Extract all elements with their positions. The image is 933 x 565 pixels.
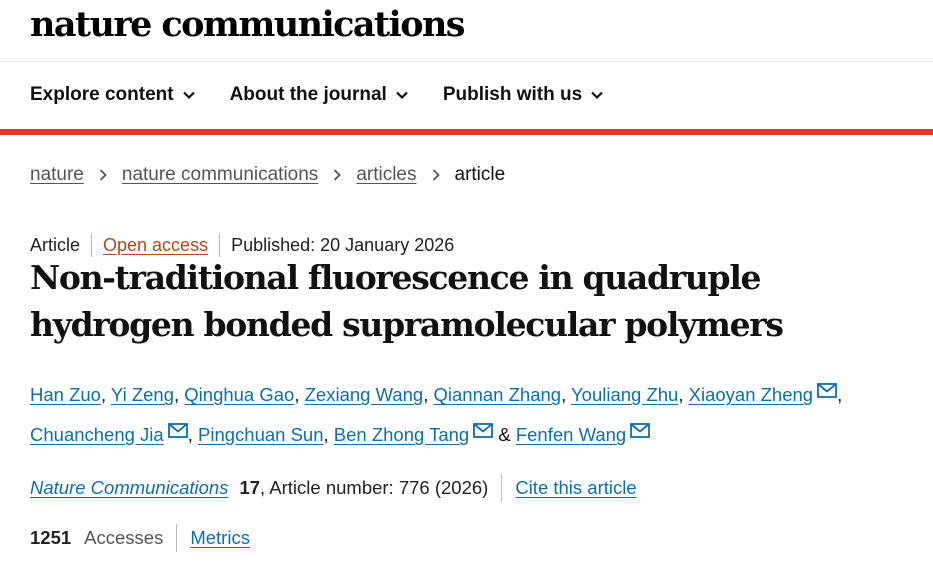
author-link[interactable]: Qinghua Gao	[184, 384, 294, 405]
chevron-right-icon	[334, 169, 342, 181]
accent-bar	[0, 129, 933, 135]
nav-about-journal[interactable]: About the journal	[230, 84, 409, 106]
article-title: Non-traditional fluorescence in quadrupl…	[30, 258, 784, 344]
author-link[interactable]: Pingchuan Sun	[198, 424, 324, 445]
published-date: Published: 20 January 2026	[231, 234, 455, 255]
accesses-label: Accesses	[84, 527, 164, 548]
mail-icon[interactable]	[817, 383, 837, 398]
nav-explore-label: Explore content	[30, 84, 174, 105]
nav-explore-content[interactable]: Explore content	[30, 84, 196, 106]
author-link[interactable]: Youliang Zhu	[571, 384, 678, 405]
access-count: 1251	[30, 527, 72, 548]
author-link[interactable]: Yi Zeng	[111, 384, 174, 405]
cite-article-link[interactable]: Cite this article	[515, 477, 636, 499]
author-separator: ,	[423, 384, 429, 405]
citation-line: Nature Communications 17, Article number…	[30, 474, 637, 502]
nav-publish[interactable]: Publish with us	[443, 84, 604, 106]
article-type: Article	[30, 234, 81, 255]
author-separator: ,	[187, 424, 193, 445]
nav-publish-label: Publish with us	[442, 84, 583, 105]
metrics-divider	[176, 524, 178, 552]
author-link[interactable]: Zexiang Wang	[305, 384, 424, 405]
author-list: Han Zuo, Yi Zeng, Qinghua Gao, Zexiang W…	[30, 375, 910, 455]
metrics-link[interactable]: Metrics	[190, 527, 250, 549]
journal-link[interactable]: Nature Communications	[30, 477, 228, 499]
author-separator: ,	[561, 384, 567, 405]
breadcrumb: nature nature communications articles ar…	[30, 164, 505, 186]
citation-divider	[501, 474, 503, 502]
chevron-right-icon	[432, 169, 440, 181]
open-access-link[interactable]: Open access	[103, 235, 208, 256]
metrics-row: 1251 Accesses Metrics	[30, 524, 250, 552]
author-separator: ,	[100, 384, 107, 405]
author-separator: ,	[678, 384, 684, 405]
breadcrumb-current: article	[454, 164, 506, 185]
author-link[interactable]: Chuancheng Jia	[30, 424, 164, 445]
author-link[interactable]: Ben Zhong Tang	[334, 424, 469, 445]
chevron-down-icon	[182, 91, 195, 100]
header-divider	[0, 61, 933, 62]
author-separator: ,	[174, 384, 180, 405]
author-separator: ,	[323, 424, 329, 445]
chevron-down-icon	[396, 91, 408, 100]
author-link[interactable]: Qiannan Zhang	[434, 384, 562, 405]
breadcrumb-articles[interactable]: articles	[356, 164, 416, 186]
article-number: , Article number: 776 (2026)	[260, 477, 489, 498]
mail-icon[interactable]	[630, 423, 651, 438]
author-link[interactable]: Fenfen Wang	[516, 424, 626, 445]
author-conjunction: &	[498, 424, 511, 445]
chevron-right-icon	[99, 169, 107, 181]
chevron-down-icon	[591, 91, 603, 100]
author-separator: ,	[294, 384, 300, 405]
author-separator: ,	[837, 384, 843, 405]
mail-icon[interactable]	[473, 423, 494, 438]
author-link[interactable]: Xiaoyan Zheng	[689, 384, 813, 405]
nav-about-label: About the journal	[229, 84, 387, 105]
breadcrumb-nature-communications[interactable]: nature communications	[122, 164, 318, 186]
mail-icon[interactable]	[167, 423, 188, 438]
breadcrumb-nature[interactable]: nature	[30, 164, 84, 186]
site-logo[interactable]: nature communications	[30, 0, 466, 50]
author-link[interactable]: Han Zuo	[30, 384, 101, 405]
main-nav: Explore content About the journal Publis…	[30, 84, 604, 106]
volume: 17	[239, 477, 261, 498]
